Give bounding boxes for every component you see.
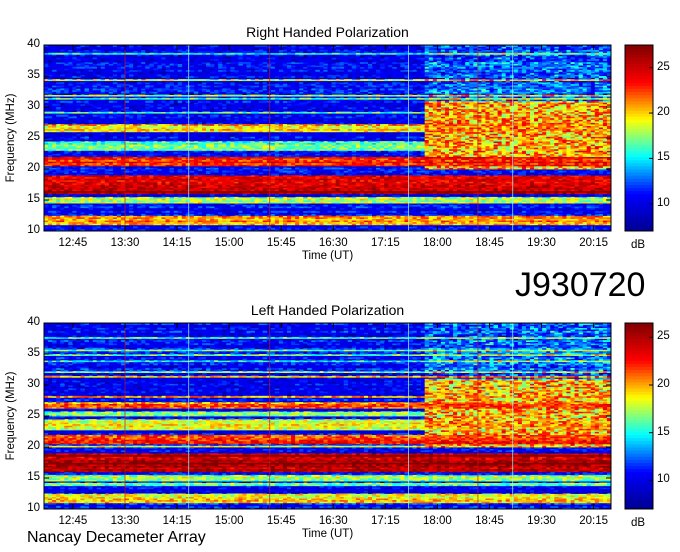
x-tick-label: 12:45 [59,516,88,528]
x-tick-label: 19:30 [527,238,556,250]
y-tick-label: 25 [27,132,40,144]
x-tick-label: 14:15 [163,238,192,250]
x-tick-label: 17:15 [371,238,400,250]
x-tick-label: 14:15 [163,516,192,528]
colorbar-label: dB [631,240,645,252]
x-tick-label: 19:30 [527,516,556,528]
panel-0 [44,45,653,232]
y-tick-label: 15 [27,472,40,484]
colorbar [625,45,653,232]
x-tick-label: 15:00 [215,516,244,528]
x-tick-label: 16:30 [319,516,348,528]
x-tick-label: 18:00 [423,516,452,528]
x-axis-label: Time (UT) [302,251,353,263]
x-tick-label: 18:00 [423,238,452,250]
spectrogram-cells [44,323,611,509]
x-tick-label: 16:30 [319,238,348,250]
panel-1 [44,323,653,510]
x-tick-label: 18:45 [475,238,504,250]
chart-title: Left Handed Polarization [251,303,404,317]
colorbar-tick-label: 20 [657,107,670,119]
x-tick-label: 20:15 [579,516,608,528]
x-tick-label: 15:45 [267,516,296,528]
y-tick-label: 40 [27,39,40,51]
y-tick-label: 30 [27,101,40,113]
observation-id: J930720 [515,268,645,302]
y-tick-label: 10 [27,225,40,237]
y-tick-label: 35 [27,70,40,82]
colorbar-label: dB [631,518,645,530]
y-axis-label: Frequency (MHz) [6,372,18,461]
x-tick-label: 12:45 [59,238,88,250]
y-tick-label: 35 [27,348,40,360]
x-tick-label: 18:45 [475,516,504,528]
colorbar-tick-label: 25 [657,62,670,74]
colorbar-tick-label: 10 [657,474,670,486]
x-tick-label: 13:30 [111,516,140,528]
y-tick-label: 10 [27,503,40,515]
y-axis-label: Frequency (MHz) [6,94,18,183]
y-tick-label: 20 [27,441,40,453]
x-tick-label: 13:30 [111,238,140,250]
colorbar-tick-label: 25 [657,331,670,343]
x-tick-label: 20:15 [579,238,608,250]
colorbar-tick-label: 15 [657,427,670,439]
y-tick-label: 30 [27,379,40,391]
colorbar-tick-label: 20 [657,379,670,391]
x-tick-label: 17:15 [371,516,400,528]
colorbar-tick-label: 15 [657,152,670,164]
instrument-name: Nancay Decameter Array [27,530,206,546]
x-tick-label: 15:45 [267,238,296,250]
y-tick-label: 20 [27,163,40,175]
y-tick-label: 25 [27,410,40,422]
x-axis-label: Time (UT) [302,529,353,541]
x-tick-label: 15:00 [215,238,244,250]
y-tick-label: 40 [27,317,40,329]
y-tick-label: 15 [27,194,40,206]
chart-title: Right Handed Polarization [246,25,409,39]
colorbar [625,323,653,510]
colorbar-tick-label: 10 [657,198,670,210]
